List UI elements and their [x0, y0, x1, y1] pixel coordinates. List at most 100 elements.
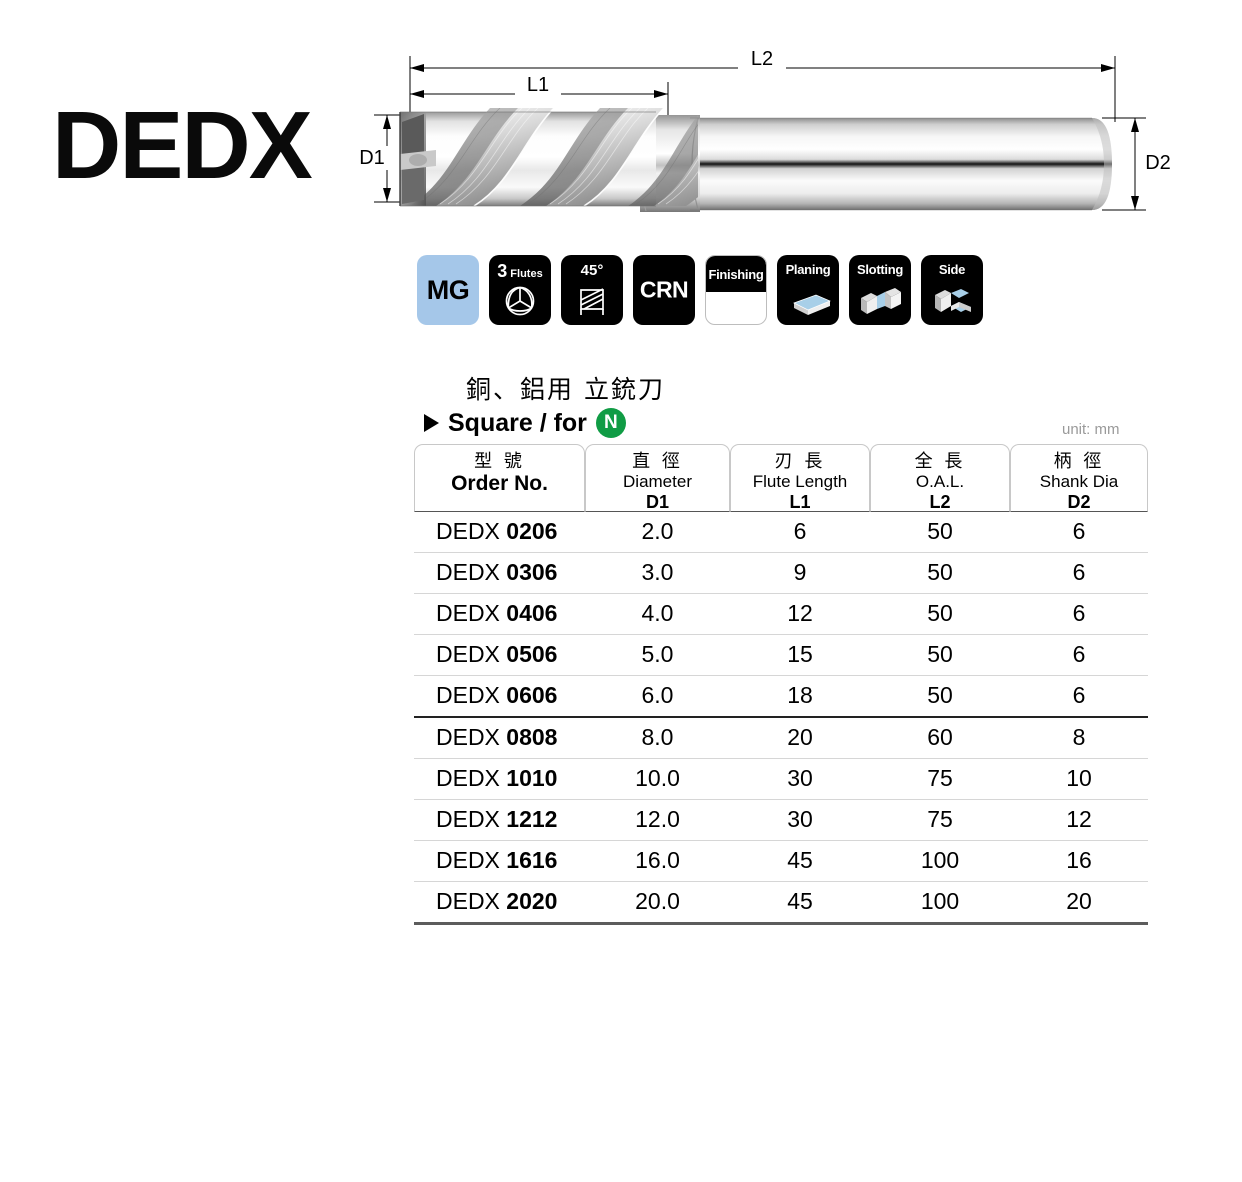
cell-shank-dia: 8 [1010, 717, 1148, 759]
column-header-oal: 全 長 O.A.L. L2 [870, 444, 1010, 512]
helix-angle-icon [580, 288, 604, 315]
helix-angle-label: 45° [580, 262, 604, 279]
order-prefix: DEDX [436, 600, 507, 626]
badge-planing: Planing [777, 255, 839, 325]
cell-shank-dia: 6 [1010, 634, 1148, 676]
order-prefix: DEDX [436, 641, 507, 667]
table-row: DEDX 2020 20.0 45 100 20 [414, 881, 1148, 925]
column-header-shank-dia-en: Shank Dia [1039, 472, 1119, 492]
three-flutes-icon [505, 286, 535, 316]
column-header-oal-cn: 全 長 [914, 451, 966, 472]
cell-oal: 50 [870, 634, 1010, 676]
cell-flute-length: 45 [730, 840, 870, 882]
column-header-flute-length: 刃 長 Flute Length L1 [730, 444, 870, 512]
cell-shank-dia: 6 [1010, 552, 1148, 594]
cell-flute-length: 9 [730, 552, 870, 594]
cell-flute-length: 6 [730, 512, 870, 553]
table-row: DEDX 1616 16.0 45 100 16 [414, 840, 1148, 882]
side-label: Side [938, 262, 966, 277]
column-header-flute-length-en: Flute Length [752, 472, 848, 492]
table-header-row: 型 號 Order No. 直 徑 Diameter D1 刃 長 Flute … [414, 444, 1148, 512]
page-title: DEDX [52, 92, 313, 199]
badge-finishing: Finishing [705, 255, 767, 325]
order-code: 2020 [506, 888, 558, 914]
column-header-diameter-cn: 直 徑 [632, 451, 683, 472]
section-subtitle-row: Square / for N [424, 408, 626, 438]
order-prefix: DEDX [436, 765, 507, 791]
cell-diameter: 10.0 [585, 758, 730, 800]
section-subtitle: Square / for [448, 408, 587, 437]
slotting-label: Slotting [857, 262, 903, 277]
table-row: DEDX 0306 3.0 9 50 6 [414, 552, 1148, 594]
finishing-label: Finishing [708, 266, 764, 282]
badge-crn: CRN [633, 255, 695, 325]
cell-oal: 100 [870, 881, 1010, 925]
cell-oal: 60 [870, 717, 1010, 759]
column-header-flute-length-cn: 刃 長 [774, 451, 826, 472]
cell-shank-dia: 12 [1010, 799, 1148, 841]
cell-flute-length: 45 [730, 881, 870, 925]
order-prefix: DEDX [436, 806, 507, 832]
order-code: 0606 [506, 682, 558, 708]
material-group-badge: N [595, 408, 626, 438]
triangle-bullet-icon [424, 414, 439, 432]
column-header-shank-dia-code: D2 [1067, 492, 1091, 513]
section-caption-chinese: 銅、鋁用 立銃刀 [466, 375, 665, 404]
cell-flute-length: 12 [730, 593, 870, 635]
dimension-label-d1: D1 [359, 147, 385, 169]
cell-shank-dia: 6 [1010, 512, 1148, 553]
cell-flute-length: 20 [730, 717, 870, 759]
unit-note: unit: mm [1062, 421, 1120, 438]
cell-diameter: 2.0 [585, 512, 730, 553]
slotting-icon [861, 288, 901, 314]
column-header-oal-code: L2 [929, 492, 951, 513]
cell-shank-dia: 20 [1010, 881, 1148, 925]
cell-order-no: DEDX 0506 [414, 634, 585, 676]
column-header-shank-dia-cn: 柄 徑 [1053, 451, 1105, 472]
cell-oal: 75 [870, 799, 1010, 841]
cell-order-no: DEDX 0808 [414, 717, 585, 759]
column-header-order-no-cn: 型 號 [474, 451, 525, 472]
badge-flutes: 3 Flutes [489, 255, 551, 325]
cell-flute-length: 30 [730, 799, 870, 841]
order-prefix: DEDX [436, 847, 507, 873]
column-header-flute-length-code: L1 [789, 492, 811, 513]
planing-icon [793, 294, 831, 315]
order-code: 1010 [506, 765, 558, 791]
cell-diameter: 3.0 [585, 552, 730, 594]
table-row: DEDX 0606 6.0 18 50 6 [414, 675, 1148, 718]
cell-diameter: 4.0 [585, 593, 730, 635]
cell-oal: 50 [870, 593, 1010, 635]
specification-table: 型 號 Order No. 直 徑 Diameter D1 刃 長 Flute … [414, 444, 1148, 925]
cell-oal: 50 [870, 512, 1010, 553]
badge-helix-angle: 45° [561, 255, 623, 325]
order-code: 0406 [506, 600, 558, 626]
cell-order-no: DEDX 0306 [414, 552, 585, 594]
cell-shank-dia: 6 [1010, 675, 1148, 718]
table-row: DEDX 1212 12.0 30 75 12 [414, 799, 1148, 841]
planing-label: Planing [785, 262, 831, 277]
cell-diameter: 5.0 [585, 634, 730, 676]
badge-side: Side [921, 255, 983, 325]
column-header-shank-dia: 柄 徑 Shank Dia D2 [1010, 444, 1148, 512]
badge-slotting: Slotting [849, 255, 911, 325]
cell-order-no: DEDX 0206 [414, 512, 585, 553]
cell-order-no: DEDX 1010 [414, 758, 585, 800]
order-code: 1616 [506, 847, 558, 873]
cell-diameter: 16.0 [585, 840, 730, 882]
mg-label: MG [426, 274, 470, 305]
cell-diameter: 8.0 [585, 717, 730, 759]
cell-oal: 100 [870, 840, 1010, 882]
crn-label: CRN [639, 276, 689, 303]
product-technical-drawing: L2 L2 L1 D1 D2 [340, 30, 1200, 235]
cell-flute-length: 30 [730, 758, 870, 800]
order-prefix: DEDX [436, 559, 507, 585]
cell-oal: 50 [870, 675, 1010, 718]
cell-order-no: DEDX 1212 [414, 799, 585, 841]
column-header-order-no-code: Order No. [451, 472, 548, 496]
side-milling-icon [935, 289, 971, 312]
order-code: 0506 [506, 641, 558, 667]
cell-oal: 75 [870, 758, 1010, 800]
badge-mg: MG [417, 255, 479, 325]
table-row: DEDX 0206 2.0 6 50 6 [414, 512, 1148, 553]
